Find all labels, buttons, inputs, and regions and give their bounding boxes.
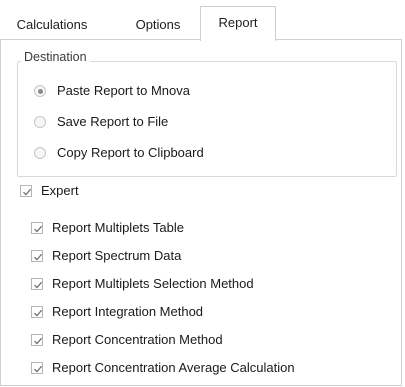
- checkbox-label: Expert: [41, 183, 79, 198]
- check-icon[interactable]: [31, 278, 43, 290]
- checkbox-report-spectrum-data[interactable]: Report Spectrum Data: [31, 246, 181, 266]
- radio-label: Save Report to File: [57, 114, 169, 129]
- radio-button[interactable]: [34, 147, 46, 159]
- checkbox-label: Report Multiplets Table: [52, 220, 184, 235]
- check-icon[interactable]: [31, 334, 43, 346]
- radio-paste-report[interactable]: Paste Report to Mnova: [34, 81, 190, 101]
- check-icon[interactable]: [31, 222, 43, 234]
- tab-report[interactable]: Report: [200, 6, 276, 41]
- checkbox-label: Report Multiplets Selection Method: [52, 276, 254, 291]
- tab-bar: Calculations Options Report: [0, 0, 405, 41]
- checkbox-report-multiplets-table[interactable]: Report Multiplets Table: [31, 218, 184, 238]
- radio-copy-report[interactable]: Copy Report to Clipboard: [34, 143, 204, 163]
- checkbox-report-multiplets-selection-method[interactable]: Report Multiplets Selection Method: [31, 274, 254, 294]
- check-icon[interactable]: [31, 250, 43, 262]
- check-icon[interactable]: [20, 185, 32, 197]
- radio-label: Copy Report to Clipboard: [57, 145, 204, 160]
- expert-checkbox[interactable]: Expert: [20, 181, 79, 201]
- checkbox-label: Report Integration Method: [52, 304, 204, 319]
- tab-calculations[interactable]: Calculations: [6, 10, 98, 39]
- check-icon[interactable]: [31, 362, 43, 374]
- checkbox-report-concentration-average-calculation[interactable]: Report Concentration Average Calculation: [31, 358, 295, 378]
- destination-legend: Destination: [21, 50, 90, 64]
- checkbox-report-integration-method[interactable]: Report Integration Method: [31, 302, 203, 322]
- tab-options[interactable]: Options: [118, 10, 198, 39]
- checkbox-label: Report Concentration Method: [52, 332, 223, 347]
- radio-button[interactable]: [34, 116, 46, 128]
- radio-save-report[interactable]: Save Report to File: [34, 112, 168, 132]
- radio-label: Paste Report to Mnova: [57, 83, 190, 98]
- radio-button[interactable]: [34, 85, 46, 97]
- checkbox-report-concentration-method[interactable]: Report Concentration Method: [31, 330, 223, 350]
- check-icon[interactable]: [31, 306, 43, 318]
- checkbox-label: Report Spectrum Data: [52, 248, 182, 263]
- checkbox-label: Report Concentration Average Calculation: [52, 360, 295, 375]
